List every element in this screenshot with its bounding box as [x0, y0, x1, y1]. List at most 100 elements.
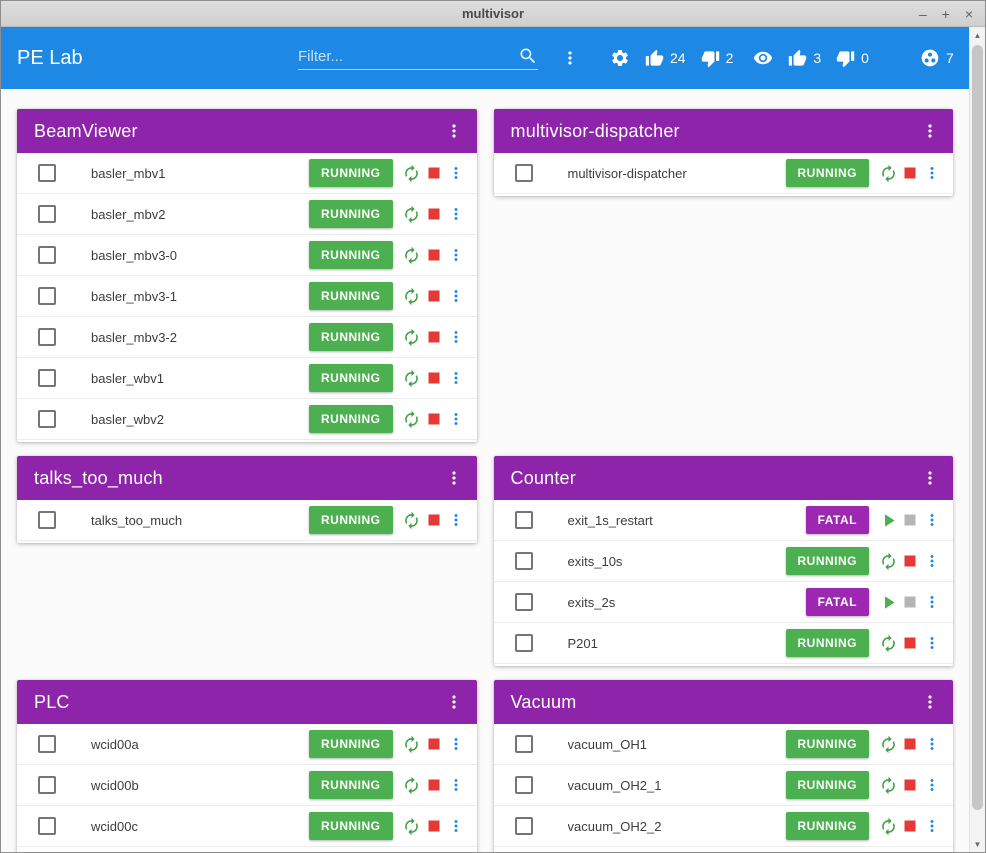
- process-menu-icon[interactable]: [445, 815, 467, 837]
- process-menu-icon[interactable]: [445, 285, 467, 307]
- process-status-button[interactable]: RUNNING: [309, 730, 393, 758]
- restart-icon[interactable]: [877, 550, 899, 572]
- process-status-button[interactable]: RUNNING: [785, 629, 869, 657]
- start-icon[interactable]: [877, 509, 899, 531]
- filter-input[interactable]: [298, 47, 518, 65]
- process-status-button[interactable]: RUNNING: [785, 159, 869, 187]
- appbar-menu-icon[interactable]: [560, 48, 580, 68]
- process-menu-icon[interactable]: [921, 509, 943, 531]
- process-checkbox[interactable]: [514, 776, 533, 794]
- stop-icon[interactable]: [899, 632, 921, 654]
- stop-icon[interactable]: [423, 408, 445, 430]
- close-button[interactable]: ×: [965, 7, 973, 21]
- process-status-button[interactable]: RUNNING: [309, 405, 393, 433]
- process-status-button[interactable]: FATAL: [805, 588, 869, 616]
- process-status-button[interactable]: RUNNING: [309, 200, 393, 228]
- stop-icon[interactable]: [899, 162, 921, 184]
- process-checkbox[interactable]: [38, 246, 56, 264]
- group-menu-icon[interactable]: [915, 116, 945, 146]
- process-checkbox[interactable]: [514, 164, 533, 182]
- process-menu-icon[interactable]: [921, 591, 943, 613]
- process-menu-icon[interactable]: [445, 203, 467, 225]
- restart-icon[interactable]: [401, 162, 423, 184]
- process-checkbox[interactable]: [38, 511, 56, 529]
- process-status-button[interactable]: RUNNING: [785, 771, 869, 799]
- restart-icon[interactable]: [401, 509, 423, 531]
- restart-icon[interactable]: [401, 815, 423, 837]
- supervisors-icon[interactable]: [920, 48, 940, 68]
- process-status-button[interactable]: FATAL: [805, 506, 869, 534]
- process-status-button[interactable]: RUNNING: [309, 506, 393, 534]
- process-menu-icon[interactable]: [921, 733, 943, 755]
- process-menu-icon[interactable]: [921, 632, 943, 654]
- process-status-button[interactable]: RUNNING: [309, 771, 393, 799]
- restart-icon[interactable]: [401, 408, 423, 430]
- process-checkbox[interactable]: [38, 328, 56, 346]
- vertical-scrollbar[interactable]: ▲ ▼: [969, 27, 985, 852]
- stop-icon[interactable]: [423, 815, 445, 837]
- process-checkbox[interactable]: [514, 552, 533, 570]
- process-menu-icon[interactable]: [445, 367, 467, 389]
- process-checkbox[interactable]: [38, 776, 56, 794]
- restart-icon[interactable]: [877, 774, 899, 796]
- restart-icon[interactable]: [877, 815, 899, 837]
- process-checkbox[interactable]: [38, 735, 56, 753]
- process-checkbox[interactable]: [514, 511, 533, 529]
- process-menu-icon[interactable]: [445, 408, 467, 430]
- process-checkbox[interactable]: [38, 369, 56, 387]
- start-icon[interactable]: [877, 591, 899, 613]
- restart-icon[interactable]: [401, 733, 423, 755]
- eye-icon[interactable]: [753, 48, 773, 68]
- restart-icon[interactable]: [877, 632, 899, 654]
- process-menu-icon[interactable]: [445, 733, 467, 755]
- process-status-button[interactable]: RUNNING: [309, 364, 393, 392]
- process-status-button[interactable]: RUNNING: [309, 282, 393, 310]
- process-menu-icon[interactable]: [921, 550, 943, 572]
- process-menu-icon[interactable]: [445, 326, 467, 348]
- process-status-button[interactable]: RUNNING: [309, 812, 393, 840]
- group-menu-icon[interactable]: [439, 463, 469, 493]
- group-menu-icon[interactable]: [915, 687, 945, 717]
- scrollbar-thumb[interactable]: [972, 45, 983, 810]
- stop-icon[interactable]: [423, 203, 445, 225]
- restart-icon[interactable]: [401, 774, 423, 796]
- maximize-button[interactable]: +: [942, 7, 950, 21]
- scroll-up-arrow[interactable]: ▲: [970, 27, 985, 43]
- restart-icon[interactable]: [401, 244, 423, 266]
- process-status-button[interactable]: RUNNING: [785, 547, 869, 575]
- minimize-button[interactable]: –: [919, 7, 927, 21]
- restart-icon[interactable]: [401, 326, 423, 348]
- process-checkbox[interactable]: [514, 593, 533, 611]
- process-menu-icon[interactable]: [445, 774, 467, 796]
- stop-icon[interactable]: [423, 244, 445, 266]
- group-menu-icon[interactable]: [439, 687, 469, 717]
- process-checkbox[interactable]: [514, 735, 533, 753]
- stop-icon[interactable]: [423, 733, 445, 755]
- process-menu-icon[interactable]: [921, 162, 943, 184]
- process-status-button[interactable]: RUNNING: [785, 730, 869, 758]
- process-checkbox[interactable]: [38, 817, 56, 835]
- restart-icon[interactable]: [401, 367, 423, 389]
- stop-icon[interactable]: [899, 550, 921, 572]
- process-menu-icon[interactable]: [445, 244, 467, 266]
- process-checkbox[interactable]: [38, 287, 56, 305]
- stop-icon[interactable]: [423, 162, 445, 184]
- process-menu-icon[interactable]: [445, 509, 467, 531]
- restart-icon[interactable]: [877, 733, 899, 755]
- process-status-button[interactable]: RUNNING: [309, 241, 393, 269]
- process-status-button[interactable]: RUNNING: [785, 812, 869, 840]
- restart-icon[interactable]: [401, 285, 423, 307]
- restart-icon[interactable]: [401, 203, 423, 225]
- process-checkbox[interactable]: [38, 164, 56, 182]
- process-checkbox[interactable]: [38, 410, 56, 428]
- process-checkbox[interactable]: [514, 817, 533, 835]
- process-menu-icon[interactable]: [921, 815, 943, 837]
- scroll-down-arrow[interactable]: ▼: [970, 836, 985, 852]
- stop-icon[interactable]: [899, 815, 921, 837]
- settings-icon[interactable]: [610, 48, 630, 68]
- process-checkbox[interactable]: [38, 205, 56, 223]
- stop-icon[interactable]: [423, 285, 445, 307]
- group-menu-icon[interactable]: [915, 463, 945, 493]
- process-checkbox[interactable]: [514, 634, 533, 652]
- stop-icon[interactable]: [899, 774, 921, 796]
